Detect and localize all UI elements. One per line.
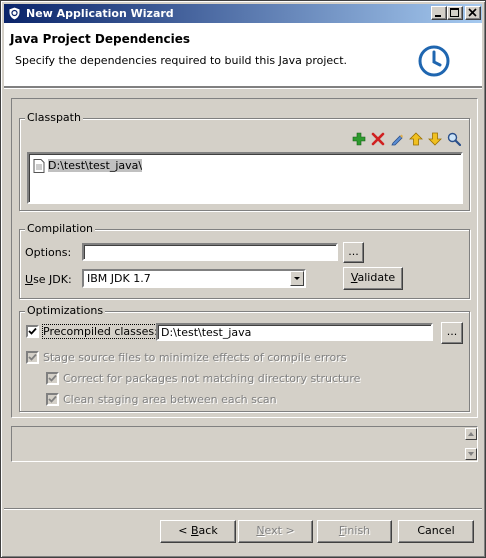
validate-label: Validate: [350, 271, 396, 284]
file-icon: [33, 159, 45, 173]
clean-staging-checkbox[interactable]: [46, 393, 59, 406]
app-shield-icon: [8, 6, 21, 21]
classpath-group-label: Classpath: [25, 111, 83, 124]
edit-icon[interactable]: [390, 132, 404, 146]
move-down-icon[interactable]: [428, 132, 442, 146]
page-description: Specify the dependencies required to bui…: [15, 54, 348, 67]
minimize-icon: [435, 15, 441, 17]
check-icon: [48, 374, 57, 382]
options-browse-label: ...: [348, 245, 359, 258]
title-bar[interactable]: New Application Wizard: [4, 4, 482, 23]
maximize-icon: [450, 8, 459, 17]
maximize-button[interactable]: [447, 6, 463, 20]
check-icon: [28, 353, 37, 361]
cancel-label: Cancel: [417, 524, 455, 537]
content-panel: Classpath D:\test\test_java\ Compilation…: [11, 98, 478, 418]
precompiled-path-input[interactable]: D:\test\test_java: [156, 323, 433, 341]
message-area[interactable]: [11, 426, 478, 462]
precompiled-checkbox[interactable]: [26, 325, 39, 338]
scroll-up-icon: [468, 432, 474, 436]
add-icon[interactable]: [352, 132, 366, 146]
options-browse-button[interactable]: ...: [343, 242, 364, 263]
classpath-list[interactable]: D:\test\test_java\: [27, 152, 463, 204]
classpath-entry: D:\test\test_java\: [48, 159, 143, 172]
precompiled-browse-label: ...: [446, 325, 458, 338]
precompiled-browse-button[interactable]: ...: [441, 322, 463, 344]
optimizations-group: Optimizations Precompiled classes: D:\te…: [19, 304, 470, 412]
finish-label: Finish: [338, 524, 371, 537]
minimize-button[interactable]: [431, 6, 447, 20]
use-jdk-label: Use JDK:: [25, 273, 72, 286]
compilation-group-label: Compilation: [25, 222, 96, 235]
validate-button[interactable]: Validate: [343, 267, 403, 290]
check-icon: [28, 327, 37, 335]
clean-staging-label: Clean staging area between each scan: [63, 393, 277, 406]
wizard-header: Java Project Dependencies Specify the de…: [4, 23, 482, 87]
search-icon[interactable]: [447, 132, 461, 146]
correct-packages-checkbox[interactable]: [46, 372, 59, 385]
clock-icon: [418, 45, 450, 77]
move-up-icon[interactable]: [409, 132, 423, 146]
classpath-group: Classpath D:\test\test_java\: [19, 111, 470, 211]
cancel-button[interactable]: Cancel: [398, 520, 474, 543]
back-button[interactable]: < Back: [160, 520, 236, 543]
next-label: Next >: [256, 524, 295, 537]
optimizations-group-label: Optimizations: [25, 304, 106, 317]
options-input[interactable]: [82, 243, 338, 261]
page-title: Java Project Dependencies: [10, 32, 191, 46]
close-icon: [468, 8, 477, 17]
compilation-group: Compilation Options: ... Use JDK: IBM JD…: [19, 222, 470, 299]
jdk-select[interactable]: IBM JDK 1.7: [82, 269, 306, 288]
window-title: New Application Wizard: [26, 7, 174, 20]
stage-source-label: Stage source files to minimize effects o…: [43, 351, 347, 364]
header-separator: [4, 87, 482, 89]
correct-packages-label: Correct for packages not matching direct…: [63, 372, 361, 385]
options-label: Options:: [25, 246, 72, 259]
stage-source-checkbox[interactable]: [26, 351, 39, 364]
close-button[interactable]: [465, 6, 481, 20]
remove-icon[interactable]: [371, 132, 385, 146]
footer-separator: [4, 508, 482, 510]
scroll-down-button[interactable]: [465, 448, 477, 460]
jdk-select-value: IBM JDK 1.7: [87, 272, 151, 285]
next-button[interactable]: Next >: [238, 520, 313, 543]
scroll-up-button[interactable]: [465, 428, 477, 440]
wizard-window: New Application Wizard Java Project Depe…: [0, 0, 486, 558]
precompiled-label[interactable]: Precompiled classes:: [42, 324, 159, 339]
chevron-down-icon[interactable]: [290, 271, 304, 286]
check-icon: [48, 395, 57, 403]
finish-button[interactable]: Finish: [317, 520, 392, 543]
back-label: < Back: [178, 524, 218, 537]
scroll-down-icon: [468, 452, 474, 456]
